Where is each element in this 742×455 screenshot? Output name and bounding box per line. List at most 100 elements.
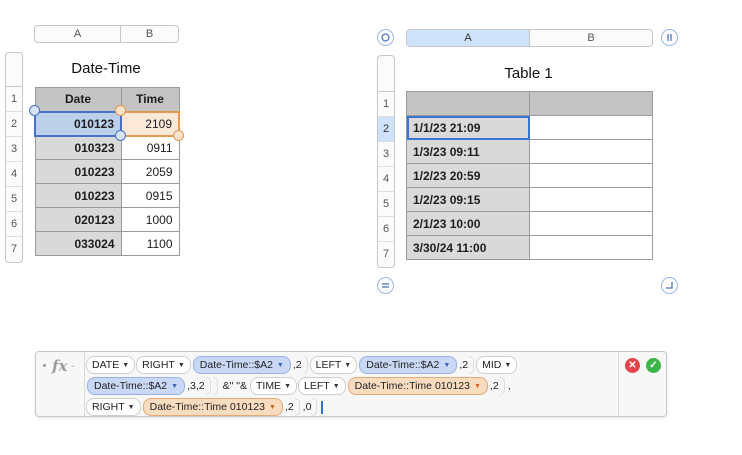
row-header-top bbox=[6, 53, 22, 87]
table-resize-handle[interactable] bbox=[661, 277, 678, 294]
cell-b2[interactable]: 2109 bbox=[120, 110, 180, 137]
function-token-time[interactable]: TIME ▼ bbox=[249, 377, 298, 395]
paren-marker bbox=[212, 377, 218, 395]
row-header-2[interactable]: 2 bbox=[378, 117, 394, 142]
table-row: 1/1/23 21:09 bbox=[406, 115, 653, 140]
header-cell-date[interactable]: Date bbox=[34, 87, 122, 112]
cell-b7[interactable] bbox=[529, 235, 653, 260]
cell-b4[interactable] bbox=[529, 163, 653, 188]
formula-fx-area[interactable]: fx ⌄ bbox=[36, 352, 85, 416]
resize-corner-icon bbox=[666, 282, 673, 289]
argument-text: ,3,2 bbox=[187, 380, 205, 392]
argument-text: ,2 bbox=[459, 359, 469, 371]
reference-token-time[interactable]: Date-Time::Time 010123 ▼ bbox=[347, 377, 488, 395]
cell-b4[interactable]: 2059 bbox=[120, 159, 180, 184]
function-token-right[interactable]: RIGHT ▼ bbox=[86, 398, 141, 416]
column-header-a[interactable]: A bbox=[35, 26, 121, 42]
reference-handle-bottom-right[interactable] bbox=[173, 130, 184, 141]
chevron-down-icon[interactable]: ⌄ bbox=[70, 361, 76, 369]
add-column-handle[interactable] bbox=[661, 29, 678, 46]
circle-icon bbox=[381, 33, 390, 42]
column-header-a[interactable]: A bbox=[407, 30, 530, 46]
cell-a3[interactable]: 010323 bbox=[34, 135, 122, 160]
row-header-3[interactable]: 3 bbox=[378, 142, 394, 167]
add-row-handle[interactable] bbox=[377, 277, 394, 294]
row-header-2[interactable]: 2 bbox=[6, 112, 22, 137]
paren-marker bbox=[294, 398, 300, 416]
row-header-1[interactable]: 1 bbox=[378, 92, 394, 117]
fx-label: fx bbox=[52, 357, 68, 375]
reference-handle-top-left[interactable] bbox=[115, 105, 126, 116]
function-token-mid[interactable]: MID ▼ bbox=[476, 356, 518, 374]
cell-a6[interactable]: 020123 bbox=[34, 207, 122, 232]
function-token-left[interactable]: LEFT ▼ bbox=[298, 377, 346, 395]
cell-b5[interactable]: 0915 bbox=[120, 183, 180, 208]
selection-handle-bottom-right[interactable] bbox=[115, 130, 126, 141]
row-header-5[interactable]: 5 bbox=[6, 187, 22, 212]
row-header-5[interactable]: 5 bbox=[378, 192, 394, 217]
header-cell-a1[interactable] bbox=[406, 91, 530, 116]
formula-body[interactable]: DATE ▼ RIGHT ▼ Date-Time::$A2 ▼ ,2 LEFT ▼ Da… bbox=[86, 354, 616, 416]
column-header-b[interactable]: B bbox=[121, 26, 178, 42]
reference-token-time[interactable]: Date-Time::Time 010123 ▼ bbox=[142, 398, 283, 416]
cancel-formula-button[interactable]: ✕ bbox=[625, 358, 640, 373]
row-header-1[interactable]: 1 bbox=[6, 87, 22, 112]
row-header-top bbox=[378, 56, 394, 92]
cell-a2[interactable]: 1/1/23 21:09 bbox=[406, 115, 530, 140]
pause-bars-icon bbox=[667, 34, 672, 41]
table-row: 010323 0911 bbox=[34, 135, 180, 160]
table1: 1/1/23 21:09 1/3/23 09:11 1/2/23 20:59 1… bbox=[406, 91, 653, 260]
cell-a4[interactable]: 1/2/23 20:59 bbox=[406, 163, 530, 188]
row-header-4[interactable]: 4 bbox=[6, 162, 22, 187]
cell-b6[interactable] bbox=[529, 211, 653, 236]
table-row: 1/2/23 09:15 bbox=[406, 187, 653, 212]
cell-b6[interactable]: 1000 bbox=[120, 207, 180, 232]
table-row: 010223 2059 bbox=[34, 159, 180, 184]
row-header-6[interactable]: 6 bbox=[378, 217, 394, 242]
accept-formula-button[interactable]: ✓ bbox=[646, 358, 661, 373]
row-header-6[interactable]: 6 bbox=[6, 212, 22, 237]
row-header-4[interactable]: 4 bbox=[378, 167, 394, 192]
cell-a2[interactable]: 010123 bbox=[34, 110, 122, 137]
row-header-3[interactable]: 3 bbox=[6, 137, 22, 162]
paren-marker bbox=[312, 398, 318, 416]
table-row: 010223 0915 bbox=[34, 183, 180, 208]
column-header-b[interactable]: B bbox=[530, 30, 652, 46]
date-time-table-title[interactable]: Date-Time bbox=[34, 60, 178, 77]
cell-a5[interactable]: 1/2/23 09:15 bbox=[406, 187, 530, 212]
cell-a4[interactable]: 010223 bbox=[34, 159, 122, 184]
function-token-date[interactable]: DATE ▼ bbox=[86, 356, 136, 374]
reference-token-a2[interactable]: Date-Time::$A2 ▼ bbox=[87, 377, 186, 395]
cell-b3[interactable] bbox=[529, 139, 653, 164]
argument-separator: , bbox=[507, 380, 511, 392]
formula-editor[interactable]: fx ⌄ DATE ▼ RIGHT ▼ Date-Time::$A2 ▼ ,2 LEF… bbox=[35, 351, 667, 417]
cell-b7[interactable]: 1100 bbox=[120, 231, 180, 256]
cell-b2[interactable] bbox=[529, 115, 653, 140]
argument-text: ,2 bbox=[292, 359, 302, 371]
selection-handle-top-left[interactable] bbox=[29, 105, 40, 116]
cell-a5[interactable]: 010223 bbox=[34, 183, 122, 208]
argument-text: ,0 bbox=[302, 401, 312, 413]
function-token-left[interactable]: LEFT ▼ bbox=[309, 356, 358, 374]
row-header-7[interactable]: 7 bbox=[378, 242, 394, 267]
table1-title[interactable]: Table 1 bbox=[406, 65, 651, 82]
cell-a3[interactable]: 1/3/23 09:11 bbox=[406, 139, 530, 164]
reference-token-a2[interactable]: Date-Time::$A2 ▼ bbox=[192, 356, 291, 374]
reference-token-a2[interactable]: Date-Time::$A2 ▼ bbox=[359, 356, 458, 374]
function-token-right[interactable]: RIGHT ▼ bbox=[136, 356, 191, 374]
paren-marker bbox=[205, 377, 211, 395]
cell-a7[interactable]: 033024 bbox=[34, 231, 122, 256]
table1-column-header-bar: A B bbox=[406, 29, 653, 47]
paren-marker bbox=[499, 377, 505, 395]
header-cell-time[interactable]: Time bbox=[120, 87, 180, 112]
cell-a6[interactable]: 2/1/23 10:00 bbox=[406, 211, 530, 236]
cell-b3[interactable]: 0911 bbox=[120, 135, 180, 160]
cell-b5[interactable] bbox=[529, 187, 653, 212]
row-header-7[interactable]: 7 bbox=[6, 237, 22, 262]
formula-line-2: Date-Time::$A2 ▼ ,3,2 &" "& TIME ▼ LEFT ▼ D… bbox=[86, 377, 512, 395]
header-cell-b1[interactable] bbox=[529, 91, 653, 116]
paren-marker bbox=[469, 356, 475, 374]
formula-line-3: RIGHT ▼ Date-Time::Time 010123 ▼ ,2 ,0 bbox=[86, 398, 323, 416]
cell-a7[interactable]: 3/30/24 11:00 bbox=[406, 235, 530, 260]
table-select-handle[interactable] bbox=[377, 29, 394, 46]
